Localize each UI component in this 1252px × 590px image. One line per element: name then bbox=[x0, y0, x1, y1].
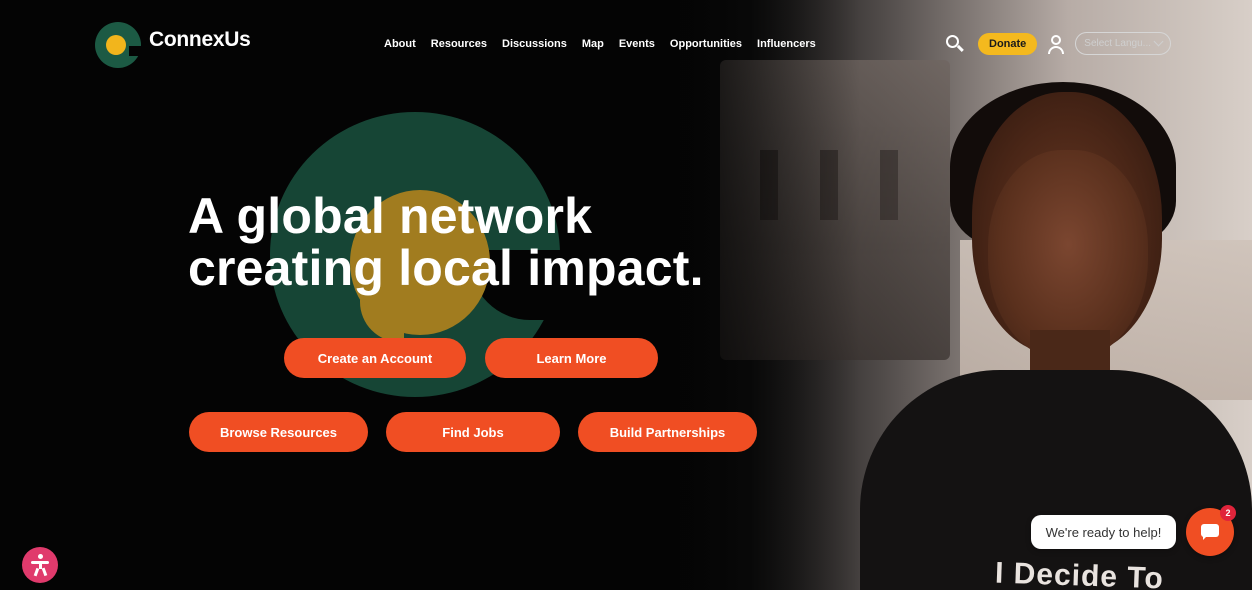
nav-actions: Donate Select Langu... bbox=[944, 32, 1172, 55]
chat-prompt-bubble[interactable]: We're ready to help! bbox=[1031, 515, 1176, 549]
accessibility-icon bbox=[30, 554, 50, 577]
nav-link-influencers[interactable]: Influencers bbox=[757, 38, 816, 50]
learn-more-button[interactable]: Learn More bbox=[485, 338, 658, 378]
chevron-down-icon bbox=[1153, 36, 1164, 47]
nav-link-map[interactable]: Map bbox=[582, 38, 604, 50]
shirt-text: I Decide To bbox=[994, 556, 1165, 590]
connexus-logo-icon bbox=[95, 22, 143, 68]
language-select[interactable]: Select Langu... bbox=[1075, 32, 1172, 55]
user-icon[interactable] bbox=[1047, 34, 1065, 54]
hero-headline-line-1: A global network bbox=[188, 188, 593, 244]
chat-icon bbox=[1201, 524, 1219, 540]
top-nav: ConnexUs About Resources Discussions Map… bbox=[0, 0, 1252, 90]
search-icon[interactable] bbox=[944, 33, 966, 55]
nav-links: About Resources Discussions Map Events O… bbox=[384, 38, 831, 50]
chat-notification-badge: 2 bbox=[1220, 505, 1236, 521]
person-body bbox=[860, 370, 1252, 590]
find-jobs-button[interactable]: Find Jobs bbox=[386, 412, 560, 452]
nav-link-about[interactable]: About bbox=[384, 38, 416, 50]
nav-link-discussions[interactable]: Discussions bbox=[502, 38, 567, 50]
hero-headline-line-2: creating local impact. bbox=[188, 240, 704, 296]
create-account-button[interactable]: Create an Account bbox=[284, 338, 466, 378]
hero-headline: A global network creating local impact. bbox=[188, 190, 704, 294]
donate-button[interactable]: Donate bbox=[978, 32, 1038, 55]
browse-resources-button[interactable]: Browse Resources bbox=[189, 412, 368, 452]
build-partnerships-button[interactable]: Build Partnerships bbox=[578, 412, 757, 452]
brand-logo-link[interactable]: ConnexUs bbox=[95, 22, 251, 68]
nav-link-opportunities[interactable]: Opportunities bbox=[670, 38, 742, 50]
accessibility-button[interactable] bbox=[22, 547, 58, 583]
brand-name: ConnexUs bbox=[149, 28, 251, 51]
nav-link-events[interactable]: Events bbox=[619, 38, 655, 50]
language-select-label: Select Langu... bbox=[1084, 38, 1151, 49]
hero-section: I Decide To ConnexUs About Resources Dis… bbox=[0, 0, 1252, 590]
person-face bbox=[988, 150, 1148, 360]
nav-link-resources[interactable]: Resources bbox=[431, 38, 487, 50]
